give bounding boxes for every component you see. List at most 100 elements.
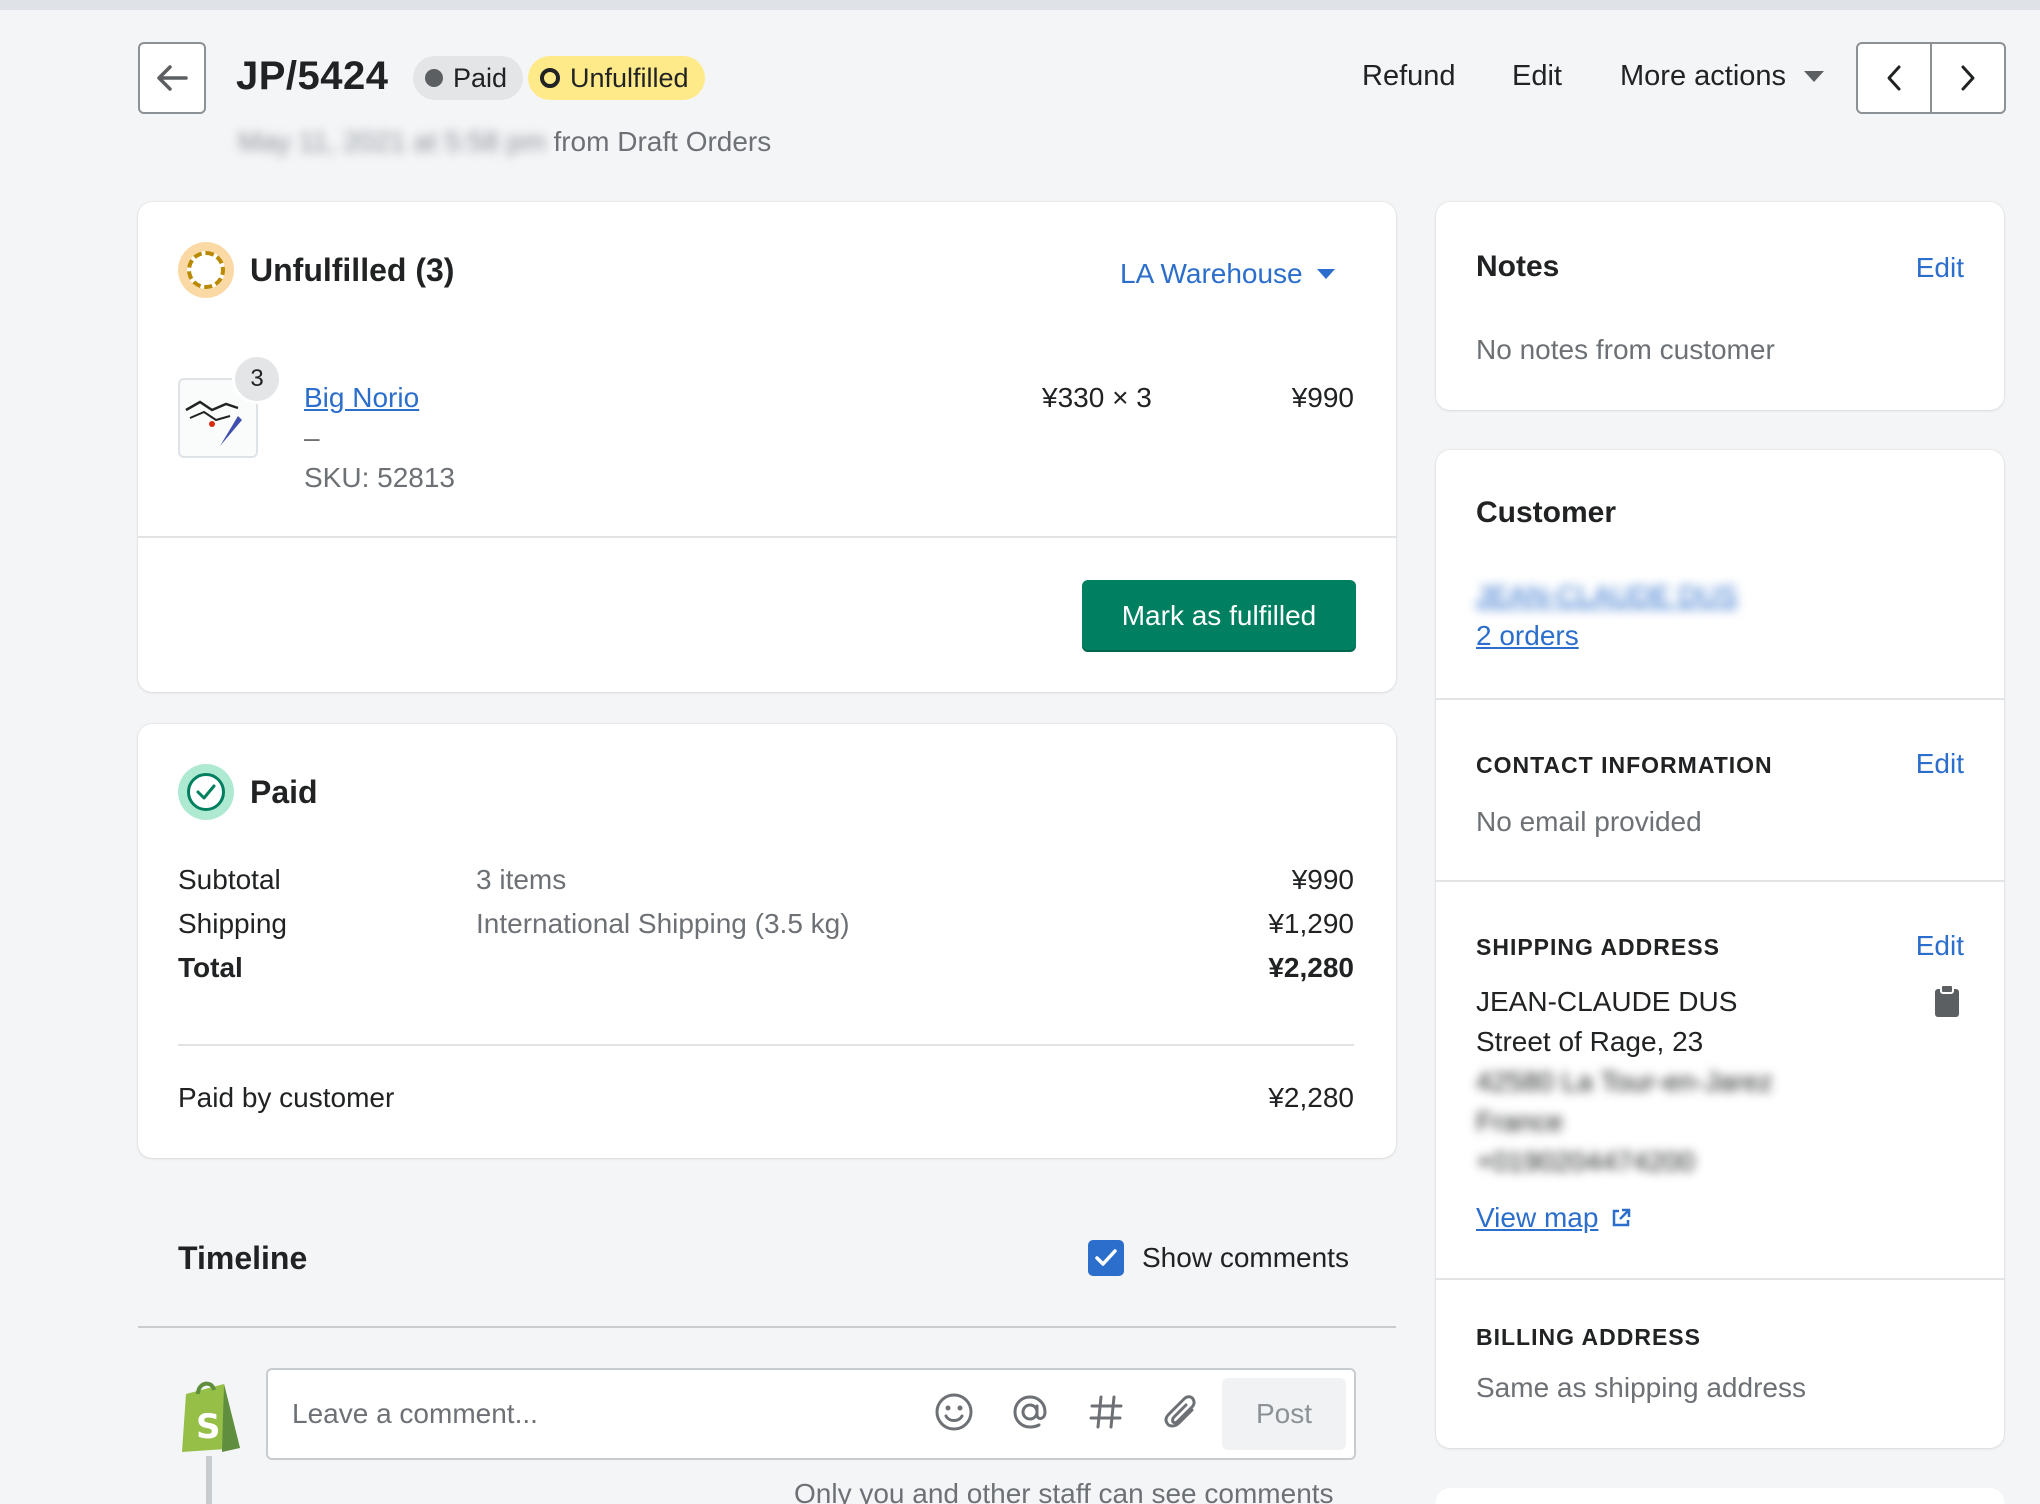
paid-status-icon	[178, 764, 234, 820]
product-sku: SKU: 52813	[304, 462, 455, 493]
emoji-button[interactable]	[932, 1390, 976, 1434]
billing-address-heading: BILLING ADDRESS	[1476, 1324, 1701, 1350]
paid-status-badge: Paid	[413, 56, 524, 100]
row-label: Subtotal	[178, 864, 281, 895]
checkmark-icon	[1095, 1249, 1117, 1266]
order-subtitle: May 11, 2021 at 5:58 pm from Draft Order…	[238, 126, 771, 158]
order-date: May 11, 2021 at 5:58 pm	[238, 126, 546, 157]
timeline-line	[206, 1456, 212, 1504]
shipping-country: France	[1476, 1106, 1564, 1137]
subtotal-row: Subtotal 3 items ¥990	[178, 864, 1354, 896]
product-link[interactable]: Big Norio	[304, 382, 419, 414]
unfulfilled-ring-icon	[540, 68, 560, 88]
row-label: Paid by customer	[178, 1082, 395, 1113]
notes-heading: Notes	[1476, 250, 1560, 283]
comment-toolbar	[932, 1390, 1204, 1434]
mention-button[interactable]	[1008, 1390, 1052, 1434]
row-label: Total	[178, 952, 243, 983]
section-divider	[1436, 880, 2004, 882]
location-label: LA Warehouse	[1120, 258, 1303, 289]
section-divider	[1436, 1278, 2004, 1280]
payment-heading: Paid	[250, 774, 318, 810]
hashtag-button[interactable]	[1084, 1390, 1128, 1434]
order-number: JP/5424	[236, 54, 389, 98]
contact-heading: CONTACT INFORMATION	[1476, 752, 1773, 778]
shipping-street: Street of Rage, 23	[1476, 1026, 1704, 1057]
row-amount: ¥1,290	[1268, 908, 1354, 939]
shipping-phone: +0190204474200	[1476, 1146, 1695, 1177]
back-button[interactable]	[138, 42, 206, 114]
edit-order-button[interactable]: Edit	[1512, 60, 1562, 93]
shipping-address-heading: SHIPPING ADDRESS	[1476, 934, 1720, 960]
comment-placeholder: Leave a comment...	[292, 1398, 538, 1429]
line-total: ¥990	[1291, 382, 1354, 413]
chevron-left-icon	[1887, 65, 1901, 91]
mark-as-fulfilled-button[interactable]: Mark as fulfilled	[1082, 580, 1356, 652]
card-divider	[138, 536, 1396, 538]
location-selector[interactable]: LA Warehouse	[1120, 258, 1335, 290]
unfulfilled-status-icon	[178, 242, 234, 298]
next-order-button[interactable]	[1930, 44, 2004, 112]
view-map-label: View map	[1476, 1202, 1599, 1233]
shipping-row: Shipping International Shipping (3.5 kg)…	[178, 908, 1354, 940]
edit-contact-button[interactable]: Edit	[1916, 748, 1964, 780]
row-amount: ¥2,280	[1268, 1082, 1354, 1113]
total-row: Total ¥2,280	[178, 952, 1354, 984]
product-variant: –	[304, 422, 320, 453]
row-description	[476, 952, 1268, 984]
paid-by-customer-row: Paid by customer ¥2,280	[178, 1082, 1354, 1114]
customer-heading: Customer	[1476, 496, 1617, 529]
copy-address-icon[interactable]	[1934, 984, 1960, 1018]
next-card-peek	[1436, 1488, 2004, 1504]
shipping-name: JEAN-CLAUDE DUS	[1476, 986, 1738, 1017]
check-icon	[196, 784, 216, 800]
edit-shipping-button[interactable]: Edit	[1916, 930, 1964, 962]
billing-address-text: Same as shipping address	[1476, 1372, 1806, 1403]
row-amount: ¥2,280	[1268, 952, 1354, 983]
customer-orders-link[interactable]: 2 orders	[1476, 620, 1579, 652]
show-comments-toggle[interactable]: Show comments	[1088, 1240, 1349, 1276]
row-description: International Shipping (3.5 kg)	[476, 908, 850, 939]
quantity-badge: 3	[232, 354, 282, 404]
timeline-heading: Timeline	[178, 1240, 308, 1276]
show-comments-checkbox[interactable]	[1088, 1240, 1124, 1276]
customer-card: Customer JEAN-CLAUDE DUS 2 orders CONTAC…	[1436, 450, 2004, 1448]
shipping-city: 42580 La Tour-en-Jarez	[1476, 1066, 1773, 1097]
show-comments-label: Show comments	[1142, 1242, 1349, 1273]
attach-file-button[interactable]	[1160, 1390, 1204, 1434]
paid-dot-icon	[425, 69, 443, 87]
hash-icon	[1089, 1395, 1123, 1429]
customer-name-link[interactable]: JEAN-CLAUDE DUS	[1476, 580, 1737, 612]
more-actions-label: More actions	[1620, 60, 1787, 92]
order-pager	[1856, 42, 2006, 114]
post-comment-button[interactable]: Post	[1222, 1378, 1346, 1450]
unfulfilled-status-badge: Unfulfilled	[528, 56, 705, 100]
top-border	[0, 0, 2040, 10]
unfulfilled-badge-label: Unfulfilled	[570, 62, 689, 93]
row-description: 3 items	[476, 864, 567, 895]
previous-order-button[interactable]	[1858, 44, 1930, 112]
paid-badge-label: Paid	[453, 62, 508, 93]
notes-card: Notes Edit No notes from customer	[1436, 202, 2004, 410]
caret-down-icon	[1804, 71, 1825, 82]
more-actions-button[interactable]: More actions	[1620, 60, 1825, 93]
unit-price: ¥330 × 3	[1042, 382, 1152, 413]
payment-divider	[178, 1044, 1354, 1046]
row-label: Shipping	[178, 908, 287, 939]
smiley-icon	[935, 1393, 973, 1431]
paperclip-icon	[1164, 1395, 1196, 1428]
edit-notes-button[interactable]: Edit	[1916, 252, 1964, 284]
comment-input[interactable]: Leave a comment... Post	[266, 1368, 1356, 1460]
shopify-logo-icon: S	[182, 1381, 240, 1452]
refund-button[interactable]: Refund	[1362, 60, 1456, 93]
comment-visibility-hint: Only you and other staff can see comment…	[794, 1478, 1334, 1504]
contact-email: No email provided	[1476, 806, 1702, 837]
external-link-icon	[1613, 1208, 1631, 1227]
view-map-link[interactable]: View map	[1476, 1202, 1632, 1234]
svg-text:S: S	[196, 1407, 221, 1447]
notes-text: No notes from customer	[1476, 334, 1775, 365]
payment-card: Paid Subtotal 3 items ¥990 Shipping Inte…	[138, 724, 1396, 1158]
order-source: from Draft Orders	[553, 126, 772, 157]
unfulfilled-heading: Unfulfilled (3)	[250, 252, 455, 288]
caret-down-icon	[1316, 269, 1335, 279]
